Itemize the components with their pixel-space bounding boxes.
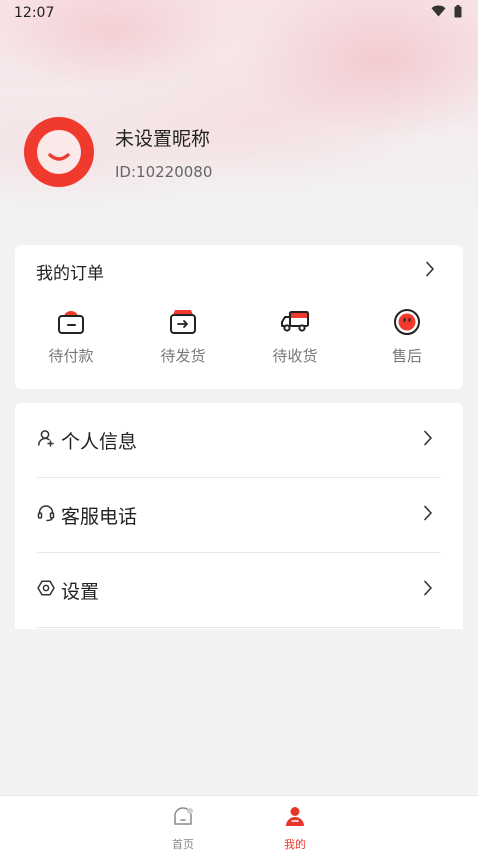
order-status-pending-receipt[interactable]: 待收货 [239, 307, 351, 366]
wifi-icon [431, 5, 446, 21]
avatar[interactable] [24, 117, 94, 187]
chevron-right-icon [423, 580, 433, 600]
menu-card: 个人信息 客服电话 设置 [15, 403, 463, 629]
profile-header: 未设置昵称 ID:10220080 [24, 117, 212, 187]
shipping-box-icon [168, 307, 198, 337]
after-sales-icon [392, 307, 422, 337]
menu-item-personal-info[interactable]: 个人信息 [37, 403, 441, 478]
home-icon [172, 805, 194, 831]
tab-profile[interactable]: 我的 [239, 796, 351, 851]
headset-icon [37, 504, 55, 526]
user-icon [37, 429, 55, 451]
status-time: 12:07 [14, 5, 55, 21]
settings-icon [37, 579, 55, 601]
chevron-right-icon [423, 505, 433, 525]
tab-home[interactable]: 首页 [127, 796, 239, 851]
menu-item-settings[interactable]: 设置 [37, 553, 441, 628]
order-status-pending-payment[interactable]: 待付款 [15, 307, 127, 366]
order-status-after-sales[interactable]: 售后 [351, 307, 463, 366]
delivery-truck-icon [280, 307, 310, 337]
status-bar: 12:07 [0, 0, 478, 26]
orders-title: 我的订单 [36, 263, 104, 284]
profile-icon [284, 805, 306, 831]
chevron-right-icon [423, 430, 433, 450]
chevron-right-icon [425, 261, 435, 281]
bottom-tab-bar: 首页 我的 [0, 795, 478, 851]
wallet-icon [56, 307, 86, 337]
smile-face-icon [37, 130, 81, 174]
user-id: ID:10220080 [115, 162, 213, 181]
orders-card: 我的订单 待付款 待发货 待收货 售后 [15, 245, 463, 389]
orders-header[interactable]: 我的订单 [15, 245, 463, 297]
menu-item-customer-service[interactable]: 客服电话 [37, 478, 441, 553]
profile-page: 12:07 未设置昵称 ID:10220080 我的订单 待付款 待发货 待收货… [0, 0, 478, 851]
order-status-pending-shipment[interactable]: 待发货 [127, 307, 239, 366]
order-status-list: 待付款 待发货 待收货 售后 [15, 307, 463, 366]
battery-icon [454, 4, 462, 22]
nickname[interactable]: 未设置昵称 [115, 124, 212, 151]
